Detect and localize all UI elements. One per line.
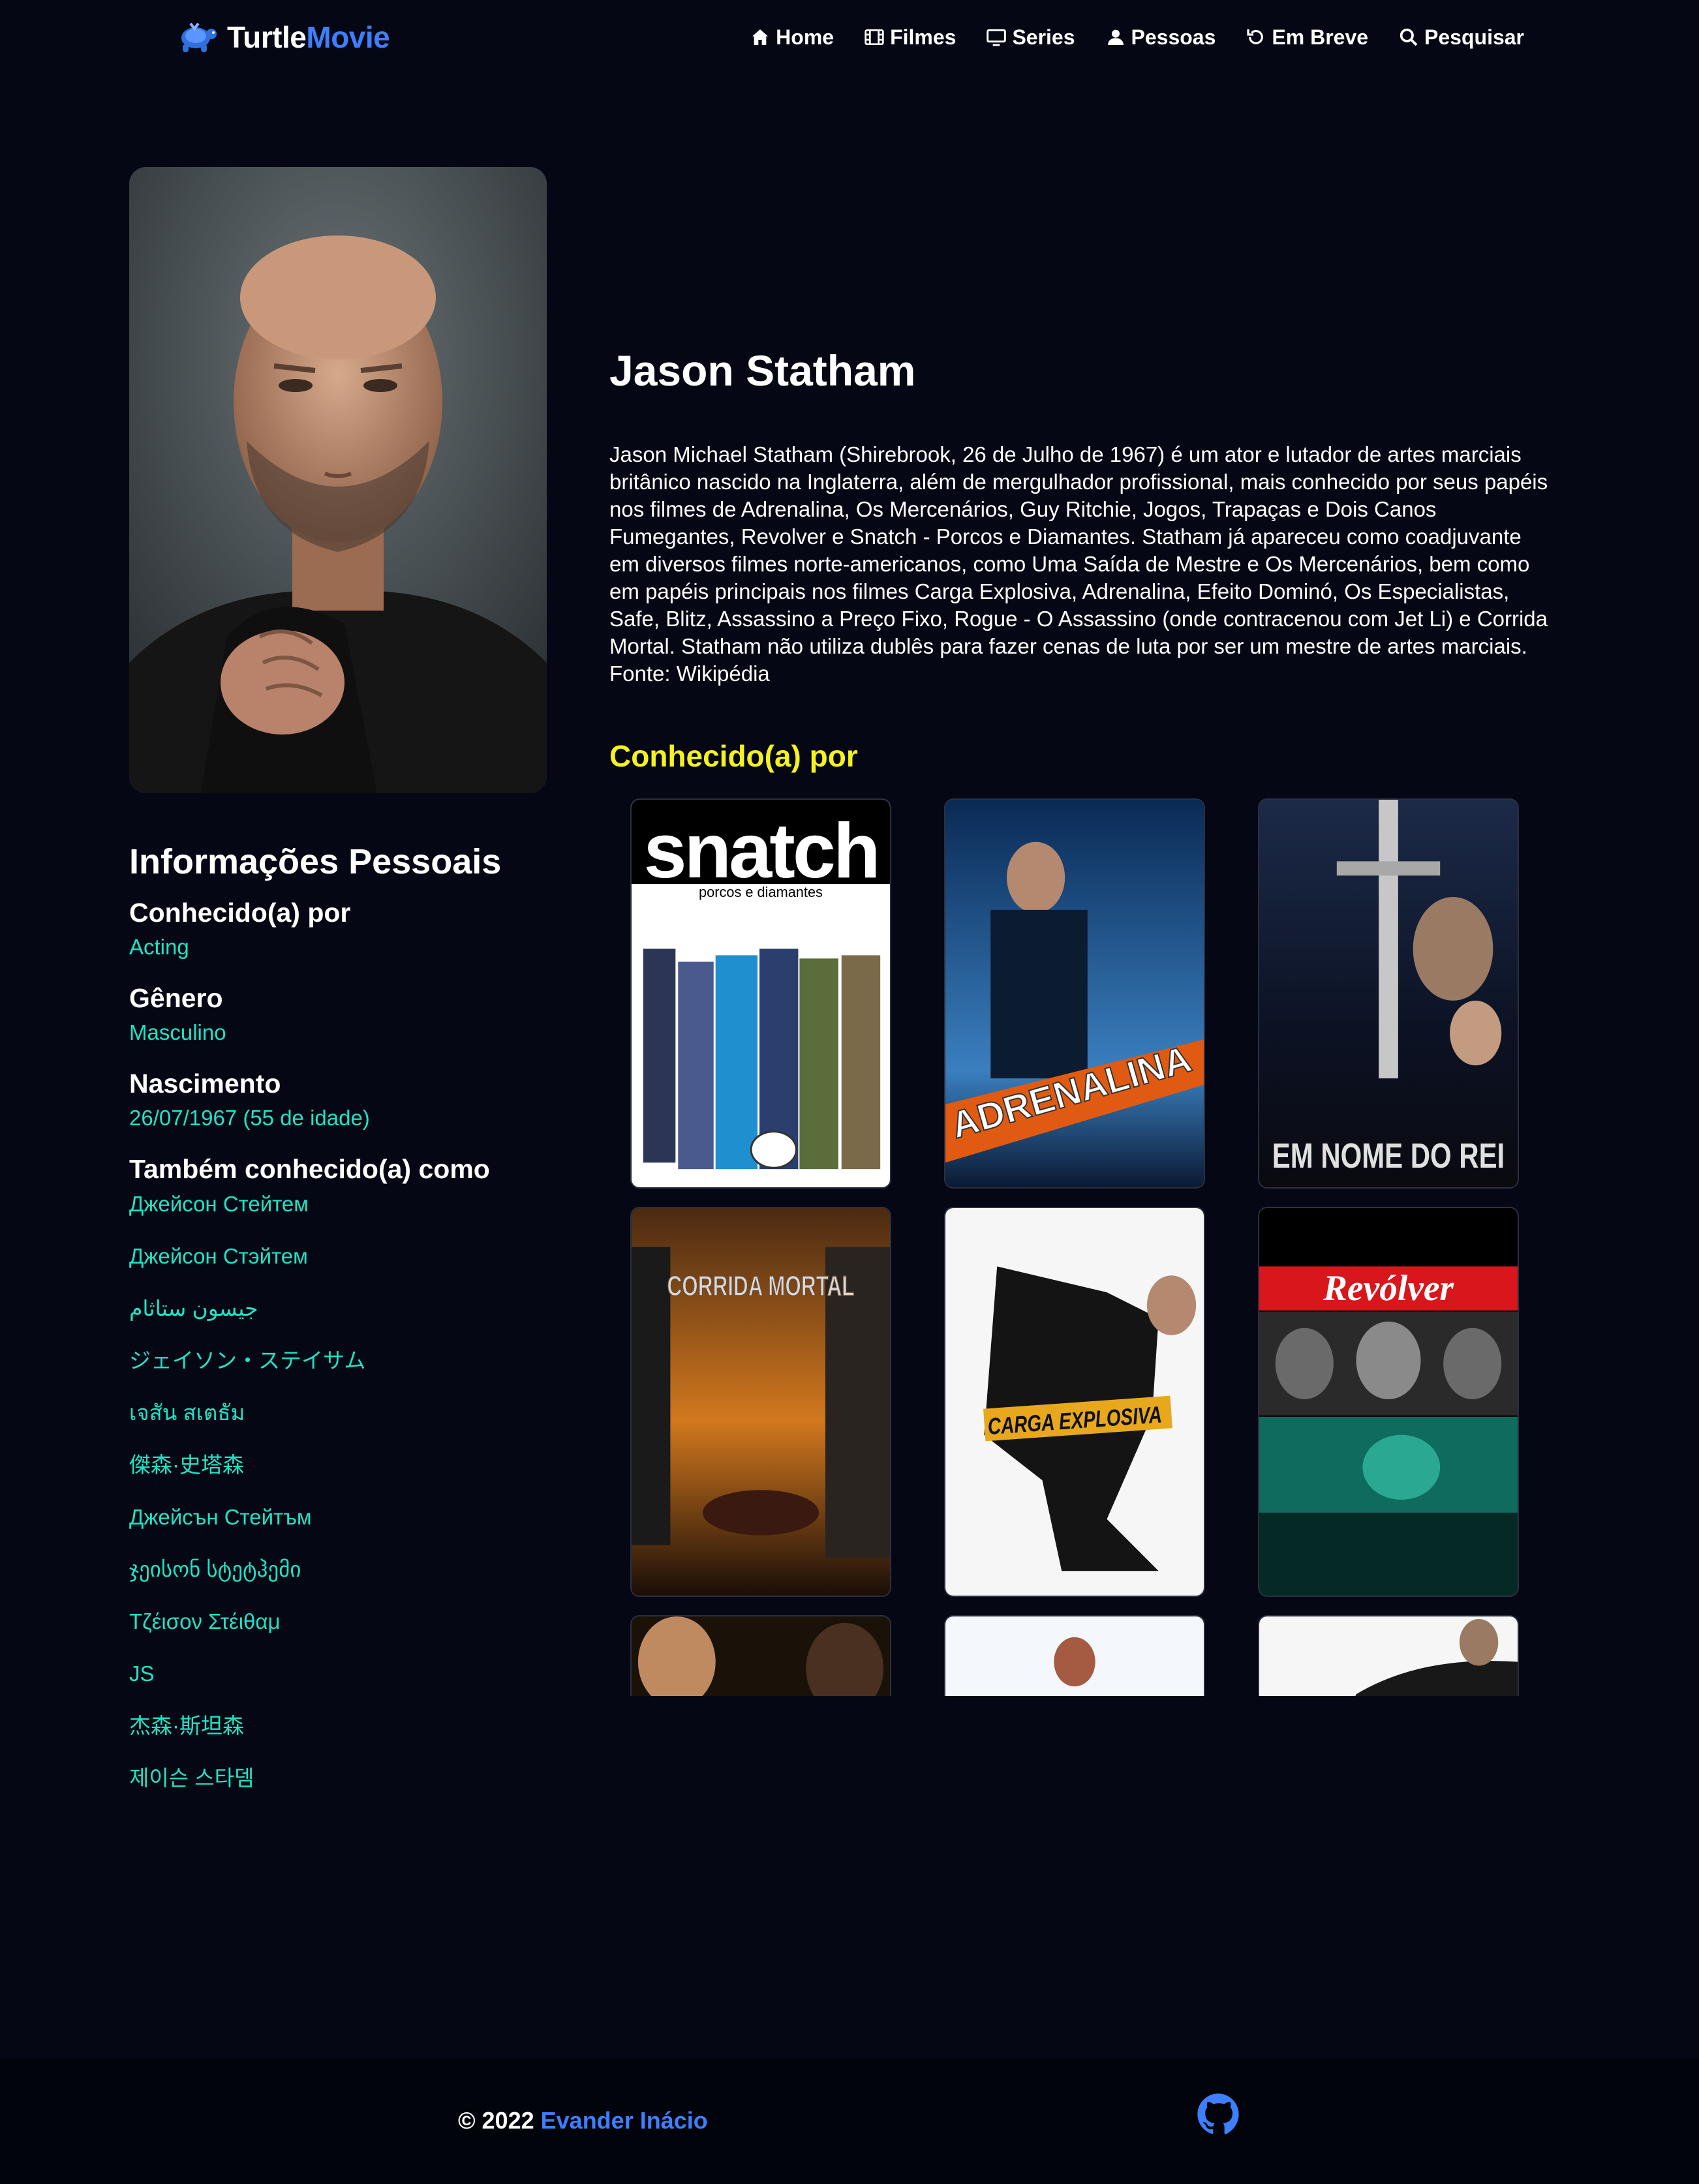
nav-em-breve[interactable]: Em Breve bbox=[1246, 25, 1368, 50]
copyright-text: © 2022 Evander Inácio bbox=[458, 2107, 708, 2134]
poster-title: EM NOME DO REI bbox=[1272, 1137, 1505, 1175]
known-for-heading: Conhecido(a) por bbox=[609, 739, 858, 773]
nav-filmes[interactable]: Filmes bbox=[864, 25, 956, 50]
poster-title: CORRIDA MORTAL bbox=[667, 1271, 854, 1302]
aka-item: JS bbox=[129, 1661, 155, 1686]
aka-item: ჯეისონ სტეტჰემი bbox=[129, 1557, 301, 1581]
poster-title: snatch bbox=[643, 808, 878, 894]
movie-poster[interactable] bbox=[630, 1615, 891, 1696]
nav-filmes-label: Filmes bbox=[890, 25, 957, 49]
gender-label: Gênero bbox=[129, 983, 223, 1013]
person-icon bbox=[1107, 29, 1124, 45]
aka-item: Джейсън Стейтъм bbox=[129, 1505, 312, 1529]
nav-home-label: Home bbox=[776, 25, 834, 49]
movie-poster[interactable] bbox=[944, 1615, 1205, 1696]
gender-value: Masculino bbox=[129, 1020, 226, 1044]
poster-title: Revólver bbox=[1323, 1269, 1454, 1309]
aka-item: Τζέισον Στέιθαμ bbox=[129, 1609, 281, 1633]
home-icon bbox=[752, 29, 769, 45]
aka-item: เจสัน สเตธัม bbox=[129, 1401, 245, 1425]
movie-poster-revolver[interactable]: Revólver bbox=[1258, 1207, 1519, 1597]
tv-icon bbox=[987, 29, 1007, 46]
aka-item: ジェイソン・ステイサム bbox=[129, 1348, 366, 1373]
poster-subtitle: porcos e diamantes bbox=[699, 884, 823, 900]
turtle-logo-icon bbox=[181, 22, 217, 52]
profile-photo bbox=[129, 167, 547, 793]
nav-home[interactable]: Home bbox=[750, 25, 834, 50]
birth-value: 26/07/1967 (55 de idade) bbox=[129, 1106, 370, 1130]
author-link[interactable]: Evander Inácio bbox=[541, 2107, 708, 2134]
film-icon bbox=[865, 29, 884, 45]
movie-poster-corrida-mortal[interactable]: CORRIDA MORTAL bbox=[630, 1207, 891, 1597]
nav-em-breve-label: Em Breve bbox=[1272, 25, 1369, 49]
known-for-value: Acting bbox=[129, 935, 189, 959]
footer: © 2022 Evander Inácio bbox=[0, 2059, 1699, 2184]
copyright-year: © 2022 bbox=[458, 2107, 534, 2134]
nav-links: Home Filmes Series Pessoas Em Breve Pesq… bbox=[750, 20, 1524, 55]
person-biography: Jason Michael Statham (Shirebrook, 26 de… bbox=[609, 442, 1548, 686]
movie-poster-em-nome-do-rei[interactable]: EM NOME DO REI bbox=[1258, 798, 1519, 1189]
nav-pessoas[interactable]: Pessoas bbox=[1105, 25, 1216, 50]
aka-item: Джейсон Стейтем bbox=[129, 1192, 309, 1216]
aka-item: جيسون ستاثام bbox=[129, 1296, 258, 1320]
aka-label: Também conhecido(a) como bbox=[129, 1154, 490, 1184]
movie-poster-snatch[interactable]: snatch porcos e diamantes bbox=[630, 798, 891, 1189]
github-icon[interactable] bbox=[1197, 2093, 1240, 2136]
aka-item: 제이슨 스타뎀 bbox=[129, 1766, 254, 1790]
movie-poster-adrenalina[interactable]: ADRENALINA bbox=[944, 798, 1205, 1189]
known-for-label: Conhecido(a) por bbox=[129, 898, 351, 928]
logo-text-movie: Movie bbox=[306, 20, 390, 54]
aka-list: Джейсон Стейтем Джейсон Стэйтем جيسون ست… bbox=[129, 1191, 547, 1817]
nav-pesquisar-label: Pesquisar bbox=[1424, 25, 1524, 49]
nav-pesquisar[interactable]: Pesquisar bbox=[1398, 25, 1524, 50]
nav-series[interactable]: Series bbox=[986, 25, 1075, 50]
logo-text-turtle: Turtle bbox=[227, 20, 307, 54]
personal-info-section: Informações Pessoais Conhecido(a) por Ac… bbox=[129, 842, 547, 1817]
site-logo[interactable]: Turtle Movie bbox=[174, 14, 390, 60]
aka-item: 杰森·斯坦森 bbox=[129, 1714, 244, 1738]
person-name: Jason Statham bbox=[609, 346, 916, 395]
nav-pessoas-label: Pessoas bbox=[1131, 25, 1216, 49]
known-for-grid: snatch porcos e diamantes ADRENALINA EM … bbox=[630, 798, 1519, 1696]
movie-poster[interactable] bbox=[1258, 1615, 1519, 1696]
history-icon bbox=[1247, 29, 1264, 44]
search-icon bbox=[1400, 28, 1418, 46]
aka-item: 傑森·史塔森 bbox=[129, 1453, 244, 1477]
birth-label: Nascimento bbox=[129, 1069, 281, 1099]
movie-poster-carga-explosiva[interactable]: CARGA EXPLOSIVA bbox=[944, 1207, 1205, 1597]
aka-item: Джейсон Стэйтем bbox=[129, 1244, 308, 1268]
nav-series-label: Series bbox=[1012, 25, 1075, 49]
top-navbar: Turtle Movie Home Filmes Series Pessoas … bbox=[0, 0, 1699, 73]
personal-info-heading: Informações Pessoais bbox=[129, 842, 502, 881]
